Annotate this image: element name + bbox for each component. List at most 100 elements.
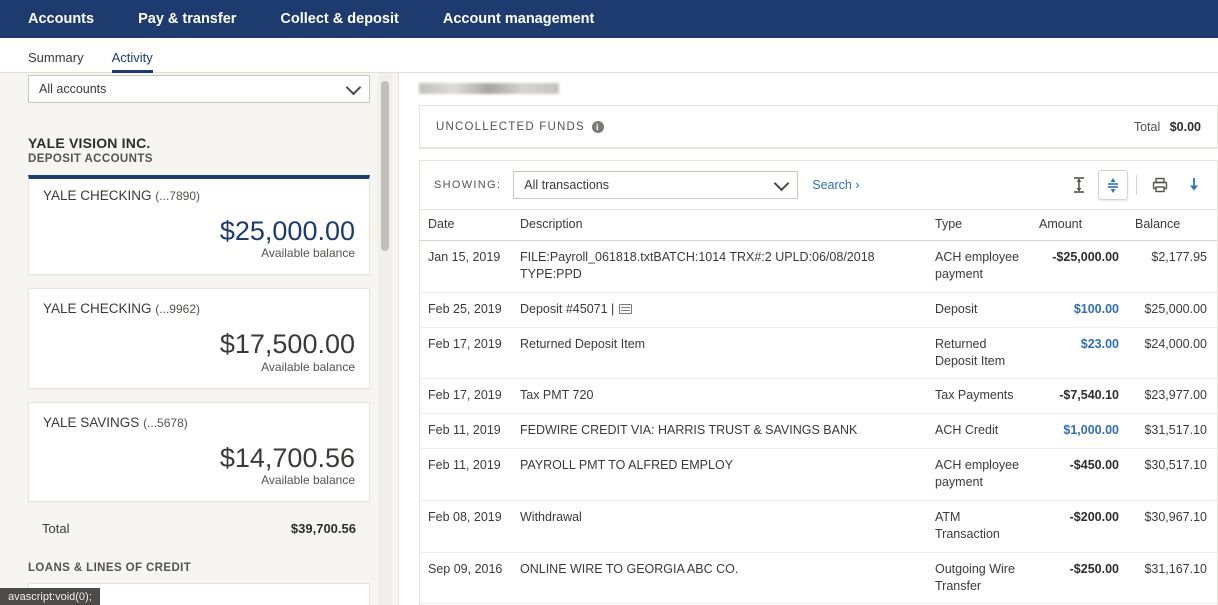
table-row[interactable]: Jan 15, 2019 FILE:Payroll_061818.txtBATCH… — [420, 240, 1217, 293]
cell-amount: $23.00 — [1031, 327, 1127, 380]
account-card-balance: $25,000.00 — [219, 216, 355, 246]
check-image-icon[interactable] — [619, 303, 633, 314]
cell-date: Feb 11, 2019 — [420, 413, 512, 450]
account-card-balance: $17,500.00 — [219, 329, 355, 360]
cell-description: FILE:Payroll_061818.txtBATCH:1014 TRX#:2… — [512, 240, 927, 293]
account-card-balance-label: Available balance — [261, 246, 355, 261]
account-card-balance: $14,700.56 — [219, 442, 355, 473]
table-header-row: Date Description Type Amount Balance — [420, 209, 1217, 241]
cell-date: Sep 09, 2016 — [420, 552, 512, 605]
print-icon[interactable] — [1145, 170, 1175, 200]
cell-date: Feb 17, 2019 — [420, 378, 512, 415]
account-card-name: YALE CHECKING — [43, 188, 152, 203]
sidebar-scrollbar-thumb[interactable] — [381, 81, 389, 251]
cell-balance: $24,000.00 — [1127, 327, 1217, 380]
app-window: Accounts Pay & transfer Collect & deposi… — [0, 0, 1218, 605]
table-row[interactable]: Feb 08, 2019 Withdrawal ATM Transaction -$2… — [420, 500, 1217, 553]
column-header-balance[interactable]: Balance — [1127, 209, 1217, 241]
cell-balance: $25,000.00 — [1127, 292, 1217, 328]
nav-item-collect-deposit[interactable]: Collect & deposit — [280, 11, 398, 27]
account-card-title: YALE CHECKING (...9962) — [43, 301, 355, 316]
cell-type: Deposit — [927, 292, 1031, 328]
uncollected-funds-label-group: UNCOLLECTED FUNDS i — [436, 120, 604, 133]
cell-description: FEDWIRE CREDIT VIA: HARRIS TRUST & SAVIN… — [512, 413, 927, 450]
loans-section-heading: LOANS & LINES OF CREDIT — [28, 562, 192, 575]
account-card-balance-label: Available balance — [261, 359, 355, 374]
cell-type: ACH employee payment — [927, 240, 1031, 293]
cell-description: Withdrawal — [512, 500, 927, 553]
table-row[interactable]: Feb 17, 2019 Tax PMT 720 Tax Payments -$7,5… — [420, 378, 1217, 415]
table-row[interactable]: Feb 11, 2019 FEDWIRE CREDIT VIA: HARRIS T… — [420, 413, 1217, 450]
cell-date: Feb 08, 2019 — [420, 500, 512, 553]
cell-amount: -$450.00 — [1031, 448, 1127, 501]
cell-amount: -$25,000.00 — [1031, 240, 1127, 293]
tab-activity[interactable]: Activity — [111, 50, 153, 73]
cell-amount: $1,000.00 — [1031, 413, 1127, 450]
cell-type: Outgoing Wire Transfer — [927, 552, 1031, 605]
accounts-sidebar: All accounts YALE VISION INC. DEPOSIT AC… — [0, 73, 399, 605]
uncollected-funds-total-group: Total $0.00 — [1134, 120, 1201, 134]
account-card-number: (...5678) — [143, 415, 188, 430]
content-area: All accounts YALE VISION INC. DEPOSIT AC… — [0, 73, 1218, 605]
account-card-savings-5678[interactable]: YALE SAVINGS (...5678) $14,700.56 Availa… — [28, 401, 370, 503]
account-card-checking-7890[interactable]: YALE CHECKING (...7890) $25,000.00 Avail… — [28, 175, 370, 276]
search-link[interactable]: Search › — [812, 178, 859, 192]
account-filter-select[interactable]: All accounts — [28, 75, 370, 103]
table-row[interactable]: Feb 11, 2019 PAYROLL PMT TO ALFRED EMPLOY… — [420, 448, 1217, 501]
total-label: Total — [42, 521, 70, 537]
cell-amount: -$7,540.10 — [1031, 378, 1127, 415]
cell-date: Jan 15, 2019 — [420, 240, 512, 293]
browser-status-bar: avascript:void(0); — [0, 588, 100, 605]
account-card-title: YALE SAVINGS (...5678) — [43, 415, 355, 430]
account-card-checking-9962[interactable]: YALE CHECKING (...9962) $17,500.00 Avail… — [28, 288, 370, 389]
secondary-navigation: Summary Activity — [0, 38, 1218, 73]
deposit-accounts-total: Total $39,700.56 — [28, 515, 370, 536]
cell-balance: $2,177.95 — [1127, 240, 1217, 293]
account-card-number: (...7890) — [155, 189, 200, 203]
account-filter-value: All accounts — [39, 82, 107, 96]
cell-description: Returned Deposit Item — [512, 327, 927, 380]
column-header-amount[interactable]: Amount — [1031, 209, 1127, 241]
column-header-type[interactable]: Type — [927, 209, 1031, 241]
info-icon[interactable]: i — [591, 120, 604, 133]
column-header-description[interactable]: Description — [512, 209, 927, 241]
transactions-table-body: Jan 15, 2019 FILE:Payroll_061818.txtBATCH… — [420, 240, 1217, 605]
cell-type: ACH employee payment — [927, 448, 1031, 501]
nav-item-account-management[interactable]: Account management — [443, 11, 594, 27]
uncollected-funds-label: UNCOLLECTED FUNDS — [436, 120, 585, 133]
activity-main-panel: UNCOLLECTED FUNDS i Total $0.00 SHOWING:… — [399, 73, 1218, 605]
tab-summary[interactable]: Summary — [28, 50, 84, 72]
cell-date: Feb 25, 2019 — [420, 292, 512, 328]
showing-filter-value: All transactions — [524, 178, 609, 192]
account-card-number: (...9962) — [155, 302, 200, 317]
account-card-name: YALE CHECKING — [43, 301, 152, 317]
cell-description: PAYROLL PMT TO ALFRED EMPLOY — [512, 448, 927, 501]
deposit-accounts-heading: DEPOSIT ACCOUNTS — [28, 153, 153, 165]
uncollected-funds-row: UNCOLLECTED FUNDS i Total $0.00 — [420, 106, 1217, 148]
nav-item-accounts[interactable]: Accounts — [28, 11, 94, 27]
table-row[interactable]: Feb 17, 2019 Returned Deposit Item Returne… — [420, 327, 1217, 380]
cell-date: Feb 11, 2019 — [420, 448, 512, 501]
table-row[interactable]: Sep 09, 2016 ONLINE WIRE TO GEORGIA ABC C… — [420, 552, 1217, 605]
table-row[interactable]: Feb 25, 2019 Deposit #45071 | Deposit $100.… — [420, 292, 1217, 328]
expand-rows-icon[interactable] — [1064, 170, 1094, 200]
cell-amount: -$250.00 — [1031, 552, 1127, 605]
toolbar-divider — [1136, 175, 1137, 195]
cell-balance: $31,517.10 — [1127, 413, 1217, 450]
transactions-toolbar: SHOWING: All transactions Search › — [420, 161, 1217, 209]
compact-rows-icon[interactable] — [1098, 170, 1128, 200]
uncollected-total-label: Total — [1133, 119, 1161, 134]
cell-type: Returned Deposit Item — [927, 327, 1031, 380]
cell-date: Feb 17, 2019 — [420, 327, 512, 380]
status-bar-text: avascript:void(0); — [8, 590, 92, 603]
transactions-table: Date Description Type Amount Balance Jan… — [420, 209, 1217, 605]
account-card-name: YALE SAVINGS — [43, 414, 140, 430]
nav-item-pay-transfer[interactable]: Pay & transfer — [138, 11, 236, 27]
transactions-panel: SHOWING: All transactions Search › Date … — [419, 160, 1218, 605]
account-card-balance-label: Available balance — [261, 473, 355, 488]
download-icon[interactable] — [1179, 170, 1209, 200]
showing-filter-select[interactable]: All transactions — [513, 171, 799, 199]
column-header-date[interactable]: Date — [420, 209, 512, 241]
cell-type: ACH Credit — [927, 413, 1031, 450]
cell-type: Tax Payments — [927, 378, 1031, 415]
